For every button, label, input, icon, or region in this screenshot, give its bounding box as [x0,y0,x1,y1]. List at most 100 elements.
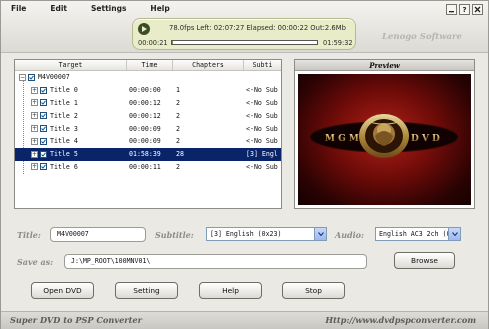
check-icon [41,126,46,131]
minimize-icon [449,11,454,13]
title-name: Title 4 [50,137,78,146]
title-time: 00:00:12 [129,111,161,120]
root-label: M4V00007 [38,73,70,82]
table-row[interactable]: + Title 6 00:00:11 2 <-No Sub [15,161,281,174]
save-as-field[interactable]: J:\MP_ROOT\100MNV01\ [64,254,367,269]
column-header-chapters[interactable]: Chapters [173,60,244,70]
title-cell: + Title 0 [15,84,127,97]
audio-label: Audio: [335,230,364,240]
mgm-logo: M G M D V D [309,114,459,158]
titles-tree-table[interactable]: Target Time Chapters Subti − M4V00007 + T… [14,59,282,209]
subtitle-select-value: [3] English (0x23) [210,230,282,238]
column-header-time[interactable]: Time [127,60,173,70]
top-bar: File Edit Settings Help 78.0fps Left: 02… [1,1,488,53]
title-name: Title 0 [50,86,78,95]
table-row[interactable]: + Title 5 01:58:39 28 [3] Engl [15,147,281,161]
title-time: 00:00:09 [129,137,161,146]
title-chapters: 2 [176,124,180,133]
stop-button[interactable]: Stop [282,282,345,299]
expand-icon[interactable]: + [31,137,38,145]
expand-icon[interactable]: + [31,99,38,107]
svg-text:?: ? [463,6,467,13]
check-icon [41,139,46,144]
title-field[interactable]: M4V00007 [50,227,146,242]
app-window: File Edit Settings Help 78.0fps Left: 02… [0,0,489,329]
title-label: Title: [17,230,41,240]
title-subtitle: <-No Sub [246,137,278,146]
title-time: 00:00:12 [129,98,161,107]
title-name: Title 1 [50,98,78,107]
table-header: Target Time Chapters Subti [15,60,281,71]
subtitle-dropdown-arrow[interactable] [314,228,326,240]
title-checkbox[interactable] [40,112,47,120]
audio-dropdown-arrow[interactable] [448,228,460,240]
footer-bar: Super DVD to PSP Converter Http://www.dv… [1,311,488,329]
question-icon: ? [463,6,467,13]
brand-text: Lenogo Software [382,32,462,42]
preview-panel: Preview M G M D V D [294,59,475,209]
column-header-subtitle[interactable]: Subti [244,60,281,70]
check-icon [41,88,46,93]
title-checkbox[interactable] [40,137,47,145]
total-time: 01:59:32 [323,39,353,47]
collapse-icon[interactable]: − [19,73,26,81]
product-name: Super DVD to PSP Converter [10,315,142,325]
audio-select[interactable]: English AC3 2ch (0: [375,227,461,241]
title-chapters: 2 [176,137,180,146]
menu-file[interactable]: File [11,4,26,13]
help-window-button[interactable]: ? [459,4,470,15]
table-row-root[interactable]: − M4V00007 [15,71,281,84]
title-time: 00:00:00 [129,86,161,95]
column-header-target[interactable]: Target [15,60,127,70]
title-subtitle: <-No Sub [246,124,278,133]
title-name: Title 6 [50,162,78,171]
expand-icon[interactable]: + [31,163,38,171]
title-checkbox[interactable] [40,163,47,171]
minimize-button[interactable] [446,4,457,15]
expand-icon[interactable]: + [31,125,38,133]
preview-title: Preview [295,60,474,71]
preview-video: M G M D V D [298,74,471,205]
window-controls: ? [446,4,483,15]
expand-icon[interactable]: + [31,112,38,120]
title-chapters: 28 [176,150,184,159]
title-time: 00:00:09 [129,124,161,133]
title-checkbox[interactable] [40,99,47,107]
table-row[interactable]: + Title 3 00:00:09 2 <-No Sub [15,122,281,135]
title-checkbox[interactable] [40,125,47,133]
title-name: Title 5 [50,150,78,159]
table-row[interactable]: + Title 0 00:00:00 1 <-No Sub [15,84,281,97]
table-row[interactable]: + Title 1 00:00:12 2 <-No Sub [15,97,281,110]
setting-button[interactable]: Setting [115,282,178,299]
table-row[interactable]: + Title 2 00:00:12 2 <-No Sub [15,109,281,122]
close-button[interactable] [472,4,483,15]
browse-button[interactable]: Browse [394,252,455,269]
subtitle-select[interactable]: [3] English (0x23) [206,227,327,241]
title-name: Title 2 [50,111,78,120]
menu-settings[interactable]: Settings [91,4,126,13]
chevron-down-icon [451,232,458,236]
subtitle-label: Subtitle: [155,230,194,240]
open-dvd-button[interactable]: Open DVD [31,282,94,299]
encoding-stats: 78.0fps Left: 02:07:27 Elapsed: 00:00:22… [169,24,346,32]
title-chapters: 2 [176,162,180,171]
expand-icon[interactable]: + [31,150,38,158]
menu-help[interactable]: Help [150,4,169,13]
title-cell: + Title 5 [15,148,127,161]
audio-select-value: English AC3 2ch (0: [379,230,455,238]
table-row[interactable]: + Title 4 00:00:09 2 <-No Sub [15,135,281,148]
check-icon [41,164,46,170]
help-button[interactable]: Help [199,282,262,299]
menu-bar: File Edit Settings Help [11,4,194,13]
title-checkbox[interactable] [40,150,47,158]
chevron-down-icon [317,232,324,236]
title-name: Title 3 [50,124,78,133]
expand-icon[interactable]: + [31,86,38,94]
checkbox-root[interactable] [28,73,35,81]
title-time: 01:58:39 [129,150,161,159]
website-link[interactable]: Http://www.dvdpspconverter.com [325,315,476,325]
menu-edit[interactable]: Edit [50,4,67,13]
title-time: 00:00:11 [129,162,161,171]
play-button[interactable] [138,23,150,35]
title-checkbox[interactable] [40,86,47,94]
